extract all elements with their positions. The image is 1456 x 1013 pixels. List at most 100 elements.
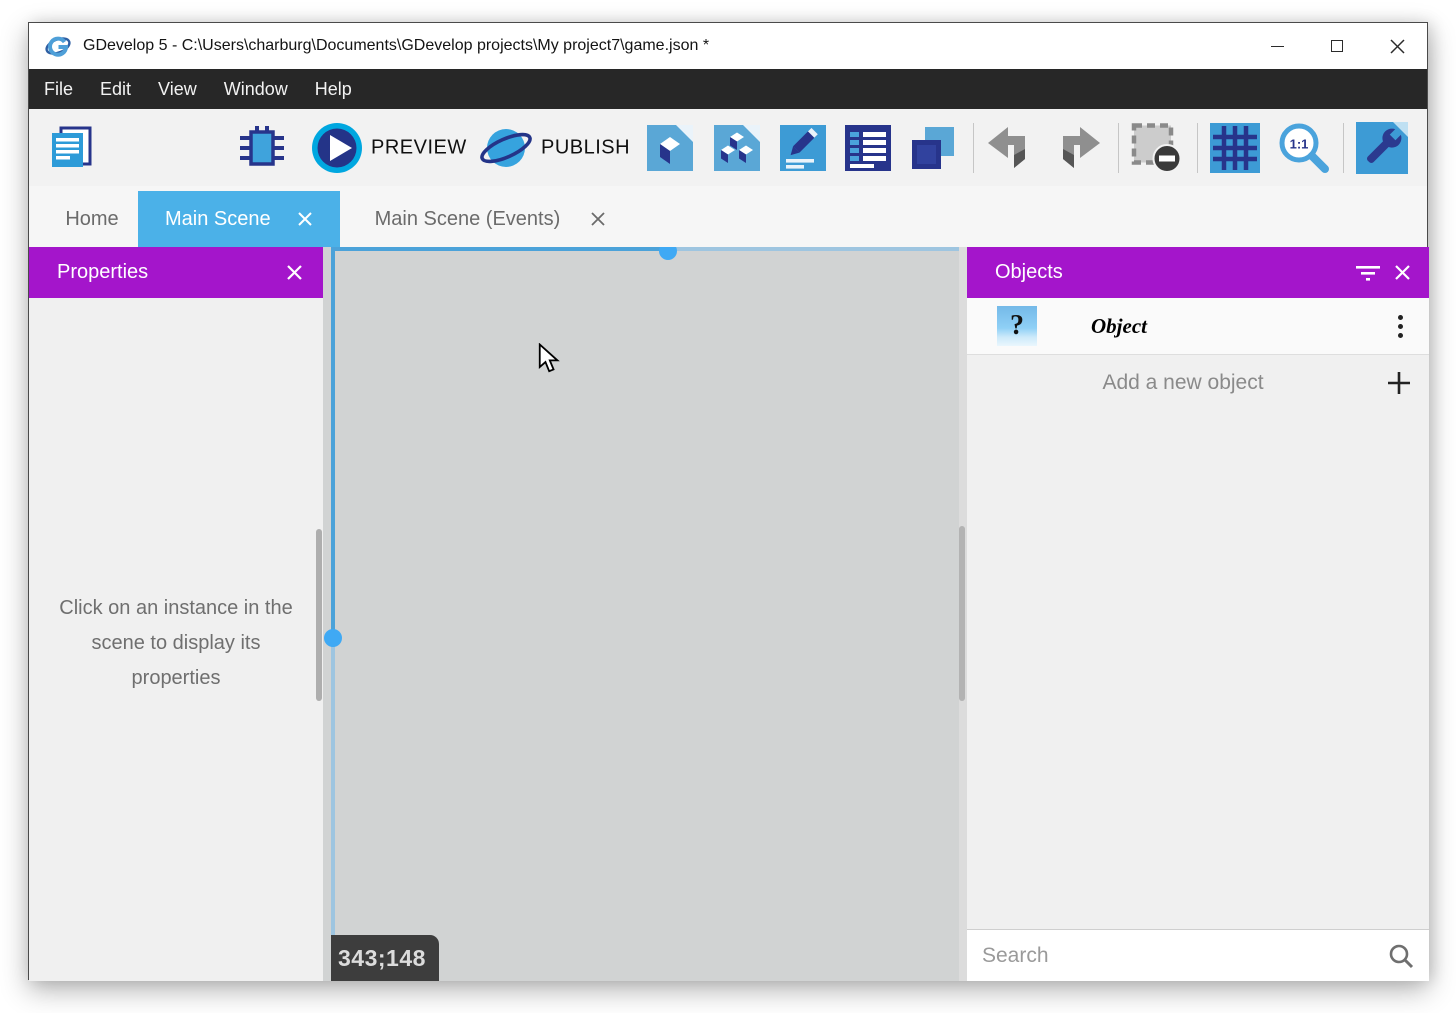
object-name: Object [1091, 314, 1147, 339]
minimize-icon [1271, 46, 1284, 47]
maximize-button[interactable] [1307, 23, 1367, 69]
objects-panel-title: Objects [967, 261, 1351, 284]
layers-icon [909, 124, 957, 172]
preview-label[interactable]: PREVIEW [371, 136, 467, 159]
zoom-original-button[interactable]: 1:1 [1275, 120, 1331, 176]
project-manager-icon [46, 123, 96, 173]
publish-button[interactable] [479, 121, 533, 175]
redo-button[interactable] [1051, 125, 1103, 171]
add-object-button[interactable] [1369, 371, 1429, 395]
deselect-button[interactable] [1129, 120, 1184, 175]
add-object-label: Add a new object [967, 371, 1369, 395]
tab-main-scene-events[interactable]: Main Scene (Events) [340, 191, 642, 247]
title-bar: GDevelop 5 - C:\Users\charburg\Documents… [29, 23, 1427, 69]
properties-panel-title: Properties [29, 261, 277, 284]
add-object-row[interactable]: Add a new object [967, 355, 1429, 410]
object-question-icon: ? [997, 306, 1037, 346]
play-icon [311, 122, 363, 174]
canvas-scrollbar-track[interactable] [959, 247, 967, 981]
redo-icon [1051, 125, 1103, 171]
tab-main-scene-events-label: Main Scene (Events) [375, 208, 561, 231]
objects-panel-header: Objects [967, 247, 1429, 298]
wrench-icon [1355, 121, 1409, 175]
tab-close-button[interactable] [297, 211, 313, 227]
open-objects-editor-button[interactable] [646, 124, 694, 172]
mouse-cursor-icon [538, 343, 564, 373]
resize-handle-left[interactable] [324, 629, 342, 647]
publish-label[interactable]: PUBLISH [541, 136, 630, 159]
menu-view[interactable]: View [158, 79, 197, 100]
search-icon [1388, 943, 1414, 969]
properties-empty-message: Click on an instance in the scene to dis… [29, 591, 323, 696]
scene-window-border-left [331, 247, 335, 638]
toolbar-separator [973, 123, 974, 173]
window-title: GDevelop 5 - C:\Users\charburg\Documents… [83, 37, 709, 55]
close-button[interactable] [1367, 23, 1427, 69]
toggle-grid-button[interactable] [1209, 122, 1261, 174]
toolbar: PREVIEW PUBLISH [29, 109, 1427, 186]
minimize-button[interactable] [1247, 23, 1307, 69]
properties-panel: Properties Click on an instance in the s… [29, 247, 323, 981]
filter-icon [1356, 265, 1380, 281]
grid-icon [1209, 122, 1261, 174]
toolbar-separator [1343, 123, 1344, 173]
properties-close-button[interactable] [277, 256, 311, 290]
close-icon [297, 211, 313, 227]
objects-close-button[interactable] [1385, 256, 1419, 290]
open-layers-button[interactable] [909, 124, 957, 172]
menu-bar: File Edit View Window Help [29, 69, 1427, 109]
menu-help[interactable]: Help [315, 79, 352, 100]
undo-button[interactable] [985, 125, 1037, 171]
open-instances-list-button[interactable] [844, 124, 892, 172]
svg-text:1:1: 1:1 [1290, 136, 1309, 151]
tab-bar: Home Main Scene Main Scene (Events) [29, 186, 1427, 247]
open-properties-button[interactable] [779, 124, 827, 172]
gdevelop-logo-icon [45, 33, 71, 59]
objects-search-bar [967, 929, 1429, 981]
canvas-scrollbar-thumb[interactable] [959, 526, 965, 701]
app-window: GDevelop 5 - C:\Users\charburg\Documents… [28, 22, 1428, 980]
search-input[interactable] [967, 944, 1373, 968]
tab-close-button[interactable] [590, 211, 606, 227]
menu-file[interactable]: File [44, 79, 73, 100]
open-object-groups-button[interactable] [713, 124, 761, 172]
tab-main-scene-label: Main Scene [165, 208, 271, 231]
menu-edit[interactable]: Edit [100, 79, 131, 100]
tab-main-scene[interactable]: Main Scene [138, 191, 340, 247]
objects-editor-icon [646, 124, 694, 172]
properties-panel-header: Properties [29, 247, 323, 298]
objects-panel: Objects ? Object Add a new ob [967, 247, 1429, 981]
project-manager-button[interactable] [46, 123, 96, 173]
object-list-item[interactable]: ? Object [967, 298, 1429, 355]
scene-window-border-top-light [668, 247, 959, 251]
close-icon [590, 211, 606, 227]
debug-icon [236, 122, 288, 174]
main-content: Properties Click on an instance in the s… [29, 247, 1429, 981]
toolbar-separator [1118, 123, 1119, 173]
maximize-icon [1331, 40, 1343, 52]
objects-filter-button[interactable] [1351, 256, 1385, 290]
resize-handle-top[interactable] [659, 247, 677, 260]
object-menu-button[interactable] [1398, 315, 1403, 338]
scene-canvas[interactable]: 343;148 [323, 247, 959, 981]
tab-home[interactable]: Home [46, 191, 138, 247]
plus-icon [1387, 371, 1411, 395]
tab-home-label: Home [65, 208, 118, 231]
search-button[interactable] [1373, 943, 1429, 969]
scene-window-border-left-light [331, 638, 335, 981]
instances-list-icon [844, 124, 892, 172]
close-icon [1394, 264, 1411, 281]
preview-button[interactable] [311, 122, 363, 174]
object-groups-icon [713, 124, 761, 172]
debug-button[interactable] [236, 122, 288, 174]
scene-window-border-top [331, 247, 668, 251]
scene-settings-button[interactable] [1355, 121, 1409, 175]
menu-window[interactable]: Window [224, 79, 288, 100]
deselect-icon [1129, 120, 1184, 175]
zoom-1-1-icon: 1:1 [1275, 120, 1331, 176]
publish-globe-icon [479, 121, 533, 175]
undo-icon [985, 125, 1037, 171]
properties-scrollbar[interactable] [316, 529, 322, 701]
toolbar-separator [1197, 123, 1198, 173]
edit-pencil-icon [779, 124, 827, 172]
